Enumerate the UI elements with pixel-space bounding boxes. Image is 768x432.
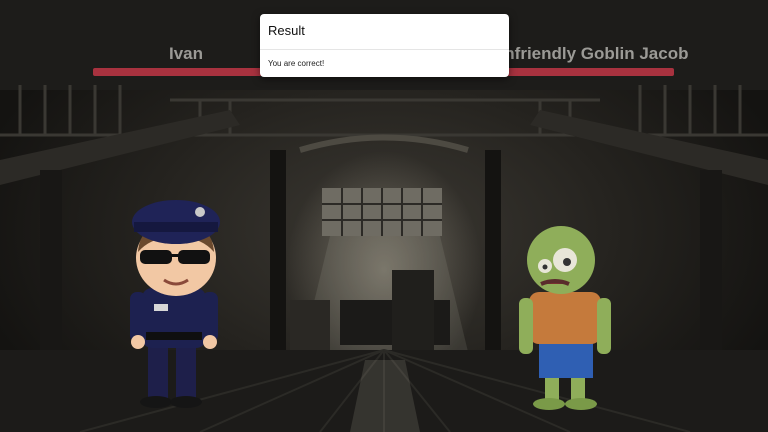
result-dialog-divider xyxy=(260,49,509,50)
zombie-goblin-character[interactable] xyxy=(515,222,615,412)
player-name: Ivan xyxy=(168,44,204,63)
result-dialog: Result You are correct! xyxy=(260,14,509,77)
police-officer-character[interactable] xyxy=(120,192,230,412)
player-health-bar xyxy=(93,68,263,76)
result-dialog-title: Result xyxy=(268,23,305,38)
enemy-health-bar xyxy=(498,68,674,76)
game-scene: Ivan Unfriendly Goblin Jacob Result You … xyxy=(0,0,768,432)
result-dialog-message: You are correct! xyxy=(268,59,325,68)
enemy-name: Unfriendly Goblin Jacob xyxy=(492,44,689,63)
